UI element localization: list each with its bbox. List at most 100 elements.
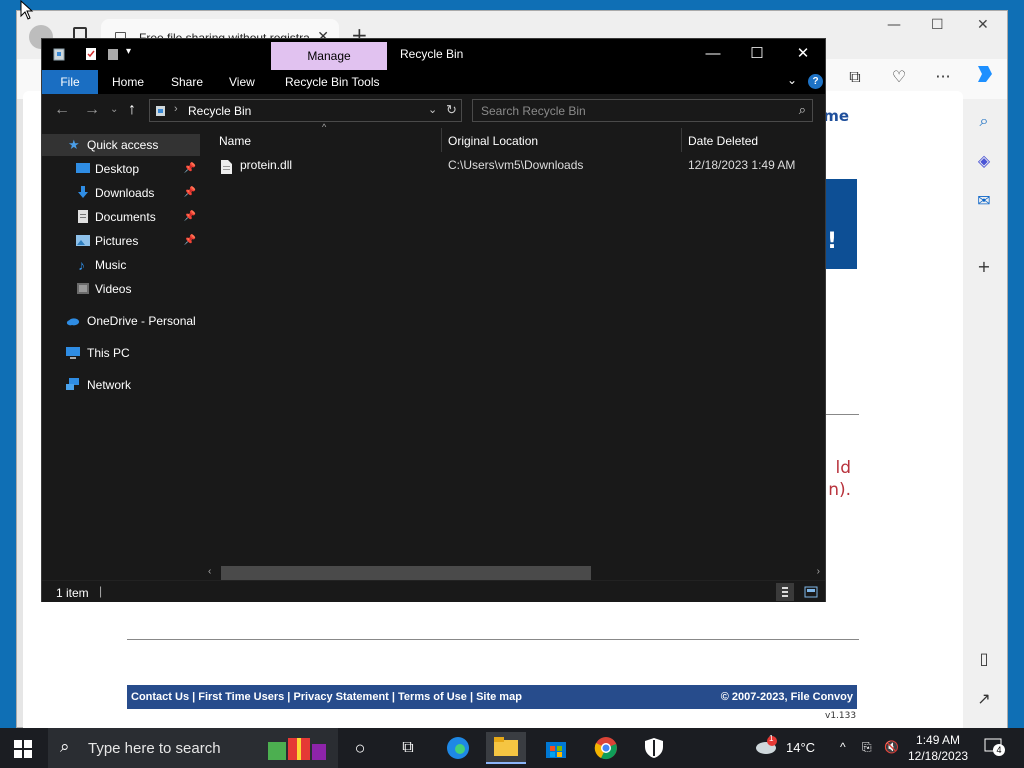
onedrive-icon — [66, 318, 80, 326]
nav-desktop[interactable]: Desktop 📌 — [42, 158, 200, 180]
search-field[interactable]: Search Recycle Bin ⌕ — [472, 99, 813, 122]
nav-documents[interactable]: Documents 📌 — [42, 206, 200, 228]
nav-label: Quick access — [87, 138, 159, 152]
weather-icon[interactable]: 1 — [752, 734, 780, 760]
status-bar: 1 item | — [42, 580, 825, 602]
nav-videos[interactable]: Videos — [42, 278, 200, 300]
network-icon — [66, 378, 79, 390]
volume-icon[interactable]: 🔇 — [884, 740, 899, 754]
nav-label: Desktop — [95, 162, 140, 176]
copilot-icon[interactable] — [971, 63, 999, 91]
browser-close-icon[interactable]: ✕ — [977, 17, 989, 33]
explorer-titlebar[interactable]: ▾ Manage Recycle Bin — ☐ ✕ — [42, 39, 825, 70]
footer-links[interactable]: Contact Us | First Time Users | Privacy … — [131, 691, 522, 703]
forward-icon[interactable]: → — [84, 101, 100, 119]
scroll-right-icon[interactable]: › — [817, 566, 820, 577]
open-external-icon[interactable]: ↗ — [972, 687, 996, 711]
column-divider[interactable] — [681, 128, 682, 152]
tab-view[interactable]: View — [229, 70, 255, 94]
details-view-icon[interactable] — [776, 583, 794, 601]
clock-time: 1:49 AM — [916, 733, 961, 747]
file-explorer-taskbar-icon[interactable] — [486, 732, 526, 764]
horizontal-scrollbar[interactable]: ‹ › — [206, 566, 824, 580]
file-name[interactable]: protein.dll — [240, 158, 292, 172]
breadcrumb[interactable]: Recycle Bin — [188, 104, 251, 118]
nav-music[interactable]: ♪ Music — [42, 254, 200, 276]
nav-downloads[interactable]: Downloads 📌 — [42, 182, 200, 204]
hide-sidebar-icon[interactable]: ▯ — [972, 647, 996, 671]
pin-icon[interactable]: 📌 — [184, 182, 196, 204]
recent-locations-icon[interactable]: ⌄ — [110, 104, 118, 115]
minimize-icon[interactable]: — — [690, 43, 736, 67]
maximize-icon[interactable]: ☐ — [734, 43, 780, 67]
nav-label: This PC — [87, 346, 130, 360]
refresh-icon[interactable]: ↻ — [446, 102, 457, 118]
copilot-sidebar-icon[interactable]: ◈ — [972, 149, 996, 173]
more-options-icon[interactable]: ··· — [929, 63, 957, 91]
browser-minimize-icon[interactable]: — — [887, 17, 901, 33]
breadcrumb-chevron-icon[interactable]: › — [174, 103, 178, 115]
column-original-location[interactable]: Original Location — [448, 128, 538, 154]
up-icon[interactable]: ↑ — [128, 101, 136, 119]
tab-share[interactable]: Share — [171, 70, 203, 94]
edge-taskbar-icon[interactable] — [438, 732, 478, 764]
nav-onedrive[interactable]: OneDrive - Personal — [42, 310, 200, 332]
sort-ascending-icon: ^ — [322, 122, 327, 132]
large-icons-view-icon[interactable] — [802, 583, 820, 601]
properties-icon[interactable] — [84, 47, 98, 61]
search-icon[interactable]: ⌕ — [972, 109, 996, 133]
nav-this-pc[interactable]: This PC — [42, 342, 200, 364]
clock[interactable]: 1:49 AM 12/18/2023 — [908, 732, 968, 764]
customize-qat-icon[interactable]: ▾ — [126, 46, 131, 57]
close-icon[interactable]: ✕ — [780, 43, 826, 67]
show-hidden-icons-icon[interactable]: ^ — [840, 740, 846, 754]
cortana-icon[interactable]: ○ — [340, 732, 380, 764]
collections-icon[interactable]: ⧉ — [841, 63, 869, 91]
file-date-deleted: 12/18/2023 1:49 AM — [688, 158, 796, 172]
nav-quick-access[interactable]: ★ Quick access — [42, 134, 200, 156]
desktop-icon — [76, 163, 90, 173]
edge-sidebar: ⌕ ◈ ✉ + ▯ ↗ ⚙ — [959, 99, 1007, 746]
search-highlight-gift-icon[interactable] — [264, 734, 330, 762]
nav-pictures[interactable]: Pictures 📌 — [42, 230, 200, 252]
ribbon-tabs: File Home Share View Recycle Bin Tools ⌄… — [42, 70, 825, 94]
add-icon[interactable]: + — [972, 255, 996, 279]
address-bar[interactable]: › Recycle Bin ⌄ ↻ — [149, 99, 462, 122]
network-tray-icon[interactable]: ⎘ — [862, 740, 872, 755]
pin-icon[interactable]: 📌 — [184, 230, 196, 252]
tab-recycle-bin-tools[interactable]: Recycle Bin Tools — [285, 70, 380, 94]
chevron-down-icon[interactable]: ⌄ — [428, 103, 437, 116]
notification-center-icon[interactable]: 4 — [984, 738, 1005, 756]
expand-ribbon-icon[interactable]: ⌄ — [787, 73, 797, 87]
browser-maximize-icon[interactable]: ☐ — [931, 17, 944, 33]
task-view-icon[interactable]: ⧉ — [388, 732, 428, 764]
new-folder-icon[interactable] — [106, 47, 120, 61]
column-divider[interactable] — [441, 128, 442, 152]
scrollbar-thumb[interactable] — [221, 566, 591, 580]
window-title: Recycle Bin — [400, 47, 464, 61]
outlook-icon[interactable]: ✉ — [972, 189, 996, 213]
item-count: 1 item — [56, 586, 89, 600]
navigation-pane: ★ Quick access Desktop 📌 Downloads 📌 Doc… — [42, 128, 200, 578]
windows-security-icon[interactable] — [634, 732, 674, 764]
nav-network[interactable]: Network — [42, 374, 200, 396]
pin-icon[interactable]: 📌 — [184, 206, 196, 228]
column-date-deleted[interactable]: Date Deleted — [688, 128, 758, 154]
weather-temp[interactable]: 14°C — [786, 740, 815, 755]
browser-essentials-icon[interactable]: ♡ — [885, 63, 913, 91]
pin-icon[interactable]: 📌 — [184, 158, 196, 180]
column-name[interactable]: Name — [219, 128, 251, 154]
scroll-left-icon[interactable]: ‹ — [208, 566, 211, 577]
back-icon[interactable]: ← — [54, 101, 70, 119]
file-original-location: C:\Users\vm5\Downloads — [448, 158, 584, 172]
microsoft-store-icon[interactable] — [536, 732, 576, 764]
file-list: ^ Name Original Location Date Deleted pr… — [200, 122, 825, 578]
taskbar-search[interactable]: ⌕ Type here to search — [48, 728, 338, 768]
chrome-icon[interactable] — [586, 732, 626, 764]
help-icon[interactable]: ? — [808, 74, 823, 89]
windows-start-icon[interactable] — [14, 740, 32, 758]
tab-file[interactable]: File — [42, 70, 98, 94]
tab-home[interactable]: Home — [112, 70, 144, 94]
manage-tab[interactable]: Manage — [271, 42, 387, 70]
search-icon[interactable]: ⌕ — [799, 102, 806, 118]
